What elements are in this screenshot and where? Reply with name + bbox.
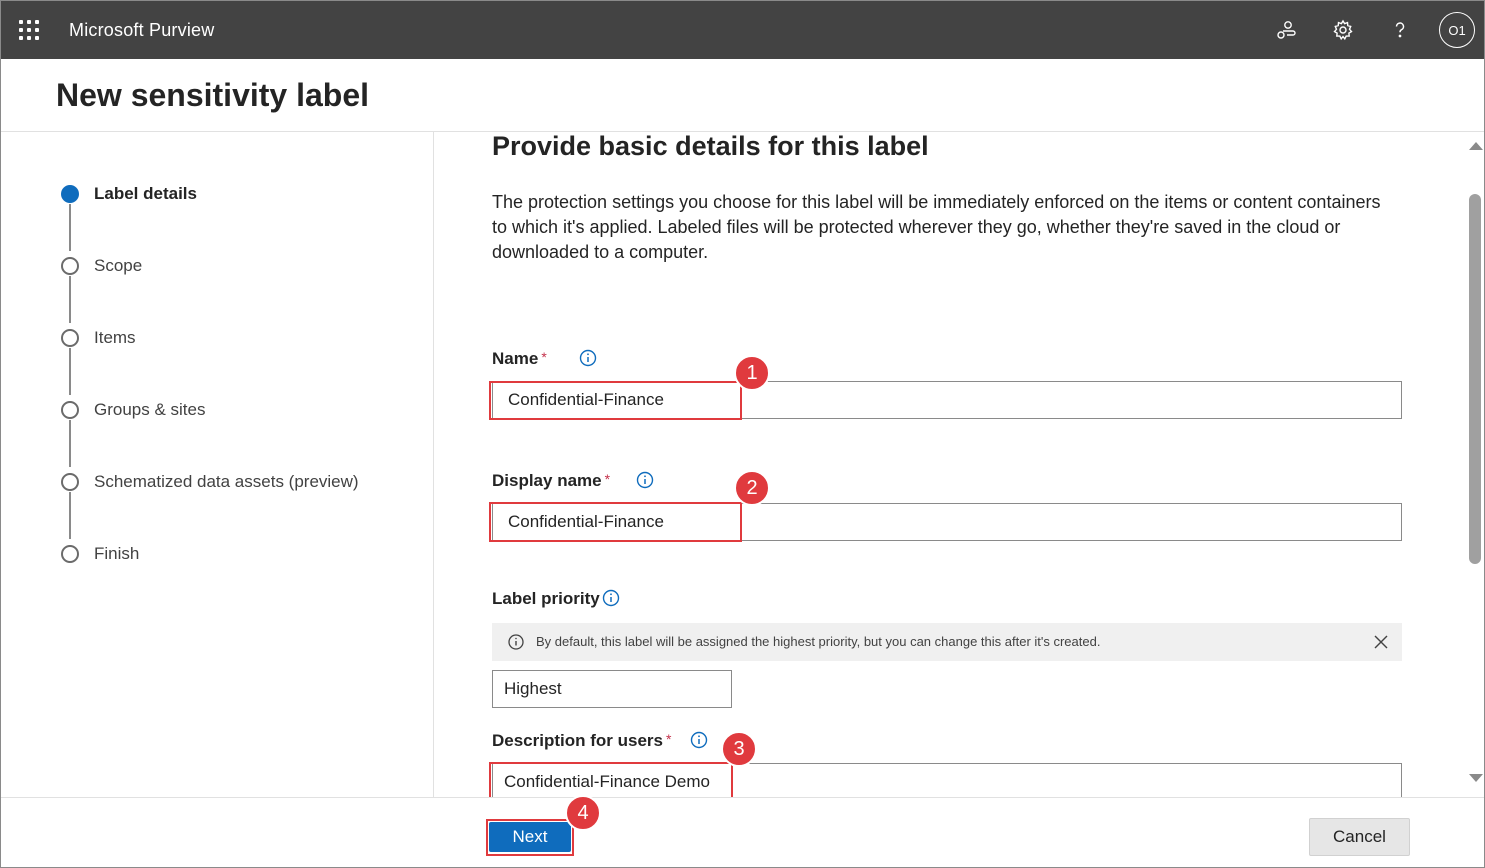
info-icon[interactable]	[579, 349, 597, 367]
annotation-badge-3: 3	[721, 731, 757, 767]
name-label: Name *	[492, 349, 547, 369]
step-indicator-icon	[61, 545, 79, 563]
steps-divider	[433, 132, 434, 798]
step-connector	[69, 348, 71, 395]
step-indicator-icon	[61, 329, 79, 347]
next-button[interactable]: Next	[489, 822, 571, 852]
required-mark: *	[541, 349, 547, 365]
help-icon[interactable]	[1386, 16, 1414, 44]
app-title[interactable]: Microsoft Purview	[69, 20, 214, 41]
info-icon[interactable]	[690, 731, 708, 749]
user-avatar[interactable]: O1	[1439, 12, 1475, 48]
step-active-indicator-icon	[61, 185, 79, 203]
info-icon[interactable]	[602, 589, 620, 607]
display-name-label: Display name *	[492, 471, 610, 491]
step-label: Finish	[94, 544, 140, 563]
step-connector	[69, 204, 71, 251]
step-schematized-data-assets[interactable]: Schematized data assets (preview)	[61, 471, 359, 493]
footer-bar	[1, 798, 1484, 867]
scroll-thumb[interactable]	[1469, 194, 1481, 564]
step-label: Items	[94, 328, 136, 347]
scroll-down-arrow-icon[interactable]	[1469, 774, 1483, 782]
step-indicator-icon	[61, 257, 79, 275]
scroll-up-arrow-icon[interactable]	[1469, 142, 1483, 150]
cancel-button[interactable]: Cancel	[1309, 818, 1410, 856]
description-label-text: Description for users	[492, 731, 663, 750]
display-name-input[interactable]: Confidential-Finance	[492, 503, 1402, 541]
required-mark: *	[604, 471, 611, 487]
step-connector	[69, 420, 71, 467]
step-label: Schematized data assets (preview)	[94, 472, 359, 491]
app-window: Microsoft Purview O1 New sensitivity lab…	[0, 0, 1485, 868]
label-priority-label: Label priority	[492, 589, 600, 608]
annotation-badge-1: 1	[734, 355, 770, 391]
step-label: Scope	[94, 256, 143, 275]
section-heading: Provide basic details for this label	[492, 131, 929, 161]
page-title: New sensitivity label	[56, 77, 370, 113]
step-label: Label details	[94, 184, 197, 203]
step-groups-sites[interactable]: Groups & sites	[61, 399, 206, 421]
required-mark: *	[666, 731, 672, 747]
step-label-details[interactable]: Label details	[61, 183, 197, 205]
annotation-badge-4: 4	[565, 795, 601, 831]
intro-text: The protection settings you choose for t…	[492, 192, 1381, 262]
info-icon	[508, 634, 524, 650]
connections-icon[interactable]	[1272, 16, 1300, 44]
name-label-text: Name	[492, 349, 539, 368]
close-icon[interactable]	[1372, 633, 1390, 651]
info-icon[interactable]	[636, 471, 654, 489]
step-connector	[69, 492, 71, 539]
description-label: Description for users *	[492, 731, 671, 751]
priority-message-bar: By default, this label will be assigned …	[492, 623, 1402, 661]
waffle-icon[interactable]	[19, 20, 39, 40]
step-connector	[69, 276, 71, 323]
step-indicator-icon	[61, 401, 79, 419]
name-input[interactable]: Confidential-Finance	[492, 381, 1402, 419]
step-finish[interactable]: Finish	[61, 543, 139, 565]
gear-icon[interactable]	[1329, 16, 1357, 44]
step-scope[interactable]: Scope	[61, 255, 142, 277]
step-items[interactable]: Items	[61, 327, 136, 349]
priority-input[interactable]: Highest	[492, 670, 732, 708]
content-scrollbar[interactable]	[1465, 132, 1484, 798]
display-name-label-text: Display name	[492, 471, 602, 490]
top-bar: Microsoft Purview O1	[1, 1, 1484, 59]
step-label: Groups & sites	[94, 400, 206, 419]
step-indicator-icon	[61, 473, 79, 491]
priority-message-text: By default, this label will be assigned …	[536, 634, 1101, 649]
annotation-badge-2: 2	[734, 470, 770, 506]
